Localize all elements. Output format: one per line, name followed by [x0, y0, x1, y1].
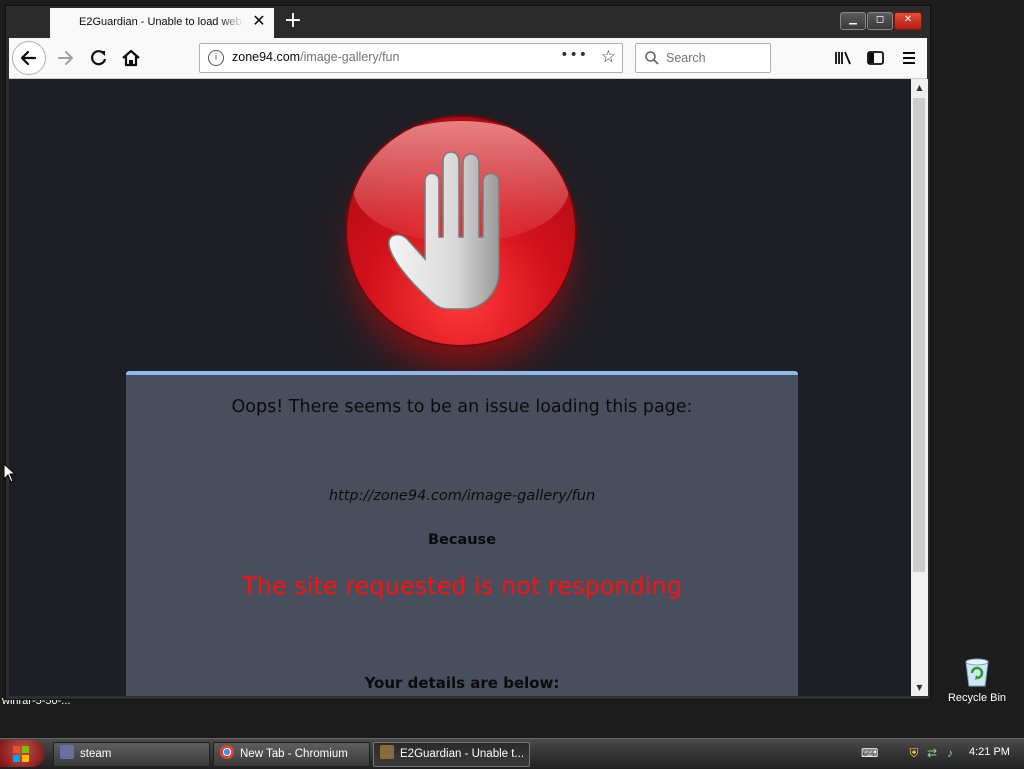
sidebar-button[interactable]	[859, 42, 891, 74]
arrow-left-icon	[20, 50, 37, 66]
library-icon	[835, 51, 851, 65]
start-button[interactable]	[0, 740, 44, 767]
chromium-icon	[220, 745, 234, 759]
bookmark-star-icon[interactable]: ☆	[601, 47, 616, 67]
site-info-icon[interactable]: i	[208, 50, 224, 66]
volume-icon[interactable]: ♪	[943, 746, 957, 760]
taskbar-item-browser[interactable]: E2Guardian - Unable t...	[373, 742, 530, 767]
scroll-down-arrow-icon[interactable]: ▼	[911, 679, 928, 696]
security-shield-icon[interactable]: ⛨	[907, 746, 921, 760]
new-tab-button[interactable]: +	[282, 10, 304, 33]
back-button[interactable]	[12, 41, 46, 75]
blocked-url: http://zone94.com/image-gallery/fun	[328, 488, 596, 504]
maximize-button[interactable]: ◻	[867, 12, 893, 30]
minimize-button[interactable]: ▁	[840, 12, 866, 30]
sidebar-icon	[867, 51, 884, 65]
error-heading: Oops! There seems to be an issue loading…	[231, 397, 693, 417]
recycle-bin[interactable]: Recycle Bin	[942, 656, 1012, 704]
library-button[interactable]	[827, 42, 859, 74]
taskbar-item-label: New Tab - Chromium	[240, 748, 348, 760]
nav-toolbar: i zone94.com/image-gallery/fun ••• ☆ Sea…	[9, 38, 927, 79]
search-placeholder: Search	[666, 51, 706, 65]
reload-icon	[91, 50, 107, 66]
stop-hand-icon	[347, 117, 575, 345]
taskbar-item-label: E2Guardian - Unable t...	[400, 748, 525, 760]
browser-icon	[380, 745, 394, 759]
browser-window: E2Guardian - Unable to load website ✕ + …	[6, 6, 930, 699]
error-reason: The site requested is not responding	[242, 572, 682, 600]
recycle-bin-label: Recycle Bin	[947, 692, 1007, 704]
home-icon	[122, 49, 140, 67]
error-panel: Oops! There seems to be an issue loading…	[126, 371, 798, 696]
recycle-bin-icon	[962, 656, 992, 688]
reload-button[interactable]	[83, 42, 115, 74]
tab-title: E2Guardian - Unable to load website	[79, 16, 244, 28]
url-path: /image-gallery/fun	[300, 50, 400, 64]
system-tray: ⌨ ⛨ ⇄ ♪ 4:21 PM	[853, 742, 1023, 765]
page-actions-icon[interactable]: •••	[560, 47, 588, 63]
url-domain: zone94.com	[232, 50, 301, 64]
scroll-thumb[interactable]	[913, 98, 925, 572]
url-text[interactable]: zone94.com/image-gallery/fun	[232, 50, 399, 64]
close-window-button[interactable]: ✕	[894, 12, 922, 30]
details-heading: Your details are below:	[364, 674, 560, 692]
page-content: Oops! There seems to be an issue loading…	[9, 79, 911, 696]
keyboard-icon[interactable]: ⌨	[861, 746, 878, 760]
arrow-right-icon	[58, 51, 73, 65]
scroll-up-arrow-icon[interactable]: ▲	[911, 79, 928, 96]
clock[interactable]: 4:21 PM	[969, 746, 1010, 758]
taskbar-item-label: steam	[80, 748, 112, 760]
tab-active[interactable]: E2Guardian - Unable to load website ✕	[50, 8, 274, 38]
hamburger-menu-icon	[903, 52, 915, 64]
url-bar[interactable]: i zone94.com/image-gallery/fun ••• ☆	[199, 43, 623, 73]
search-bar[interactable]: Search	[635, 43, 771, 73]
taskbar: steam New Tab - Chromium E2Guardian - Un…	[0, 738, 1024, 769]
windows-logo-icon	[13, 746, 29, 762]
mouse-cursor-icon	[3, 463, 15, 483]
taskbar-item-steam[interactable]: steam	[53, 742, 210, 767]
search-icon	[645, 51, 659, 65]
network-icon[interactable]: ⇄	[925, 746, 939, 760]
tab-bar: E2Guardian - Unable to load website ✕ + …	[6, 6, 930, 38]
forward-button[interactable]	[49, 42, 81, 74]
steam-icon	[60, 745, 74, 759]
because-label: Because	[427, 532, 497, 548]
taskbar-item-chromium[interactable]: New Tab - Chromium	[213, 742, 370, 767]
home-button[interactable]	[115, 42, 147, 74]
vertical-scrollbar[interactable]: ▲ ▼	[911, 79, 928, 696]
hand-icon	[388, 151, 500, 310]
menu-button[interactable]	[893, 42, 925, 74]
tab-close-icon[interactable]: ✕	[252, 14, 266, 30]
